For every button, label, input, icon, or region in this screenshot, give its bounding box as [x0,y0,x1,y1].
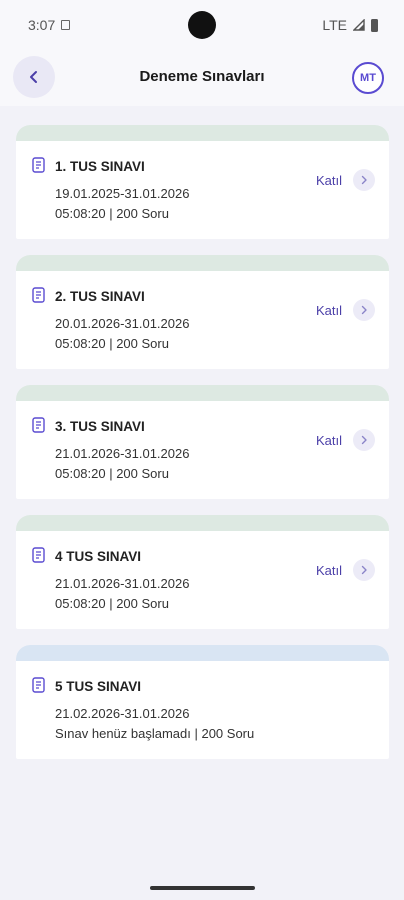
exam-card[interactable]: 1. TUS SINAVI 19.01.2025-31.01.2026 05:0… [16,125,389,239]
exam-dates: 21.01.2026-31.01.2026 [55,576,190,591]
join-label: Katıl [315,302,342,318]
card-body: 3. TUS SINAVI 21.01.2026-31.01.2026 05:0… [16,401,389,499]
exam-title: 2. TUS SINAVI [55,289,145,304]
exam-title: 3. TUS SINAVI [55,419,145,434]
exam-meta: 05:08:20 | 200 Soru [55,206,169,221]
brand-logo[interactable]: MT [352,62,384,94]
document-icon [32,547,45,563]
card-body: 5 TUS SINAVI 21.02.2026-31.01.2026 Sınav… [16,661,389,759]
chevron-right-icon [353,299,375,321]
card-status-band [16,385,389,401]
exam-card[interactable]: 3. TUS SINAVI 21.01.2026-31.01.2026 05:0… [16,385,389,499]
document-icon [32,157,45,173]
document-icon [32,677,45,693]
exam-meta: 05:08:20 | 200 Soru [55,466,169,481]
exam-card[interactable]: 4 TUS SINAVI 21.01.2026-31.01.2026 05:08… [16,515,389,629]
notification-icon [61,20,71,30]
card-body: 1. TUS SINAVI 19.01.2025-31.01.2026 05:0… [16,141,389,239]
exam-title: 5 TUS SINAVI [55,679,142,694]
exam-dates: 21.01.2026-31.01.2026 [55,446,190,461]
status-bar: 3:07 LTE [0,0,404,50]
exam-card[interactable]: 2. TUS SINAVI 20.01.2026-31.01.2026 05:0… [16,255,389,369]
status-time: 3:07 [28,17,71,33]
join-label: Katıl [315,562,342,578]
exam-dates: 19.01.2025-31.01.2026 [55,186,190,201]
exam-title: 4 TUS SINAVI [55,549,142,564]
card-status-band [16,125,389,141]
card-status-band [16,515,389,531]
exam-title: 1. TUS SINAVI [55,159,145,174]
card-body: 4 TUS SINAVI 21.01.2026-31.01.2026 05:08… [16,531,389,629]
home-indicator[interactable] [150,886,255,890]
join-label: Katıl [315,172,342,188]
join-button[interactable]: Katıl [316,299,375,321]
card-status-band [16,645,389,661]
battery-icon [371,18,378,32]
join-button[interactable]: Katıl [316,559,375,581]
join-button[interactable]: Katıl [316,429,375,451]
exam-meta: Sınav henüz başlamadı | 200 Soru [55,726,255,741]
join-label: Katıl [315,432,342,448]
exam-dates: 20.01.2026-31.01.2026 [55,316,190,331]
exam-list: 1. TUS SINAVI 19.01.2025-31.01.2026 05:0… [16,125,389,775]
join-button[interactable]: Katıl [316,169,375,191]
app-bar: Deneme Sınavları MT [0,50,404,106]
exam-meta: 05:08:20 | 200 Soru [55,596,169,611]
exam-card[interactable]: 5 TUS SINAVI 21.02.2026-31.01.2026 Sınav… [16,645,389,759]
chevron-right-icon [353,559,375,581]
exam-dates: 21.02.2026-31.01.2026 [55,706,190,721]
document-icon [32,417,45,433]
status-indicators: LTE [322,17,378,33]
camera-cutout [188,11,216,39]
card-status-band [16,255,389,271]
chevron-right-icon [353,169,375,191]
status-time-label: 3:07 [28,17,56,33]
page-title: Deneme Sınavları [139,68,265,85]
exam-meta: 05:08:20 | 200 Soru [55,336,169,351]
chevron-right-icon [353,429,375,451]
logo-text: MT [360,72,376,84]
signal-icon [353,19,365,31]
document-icon [32,287,45,303]
network-label: LTE [322,17,347,33]
card-body: 2. TUS SINAVI 20.01.2026-31.01.2026 05:0… [16,271,389,369]
